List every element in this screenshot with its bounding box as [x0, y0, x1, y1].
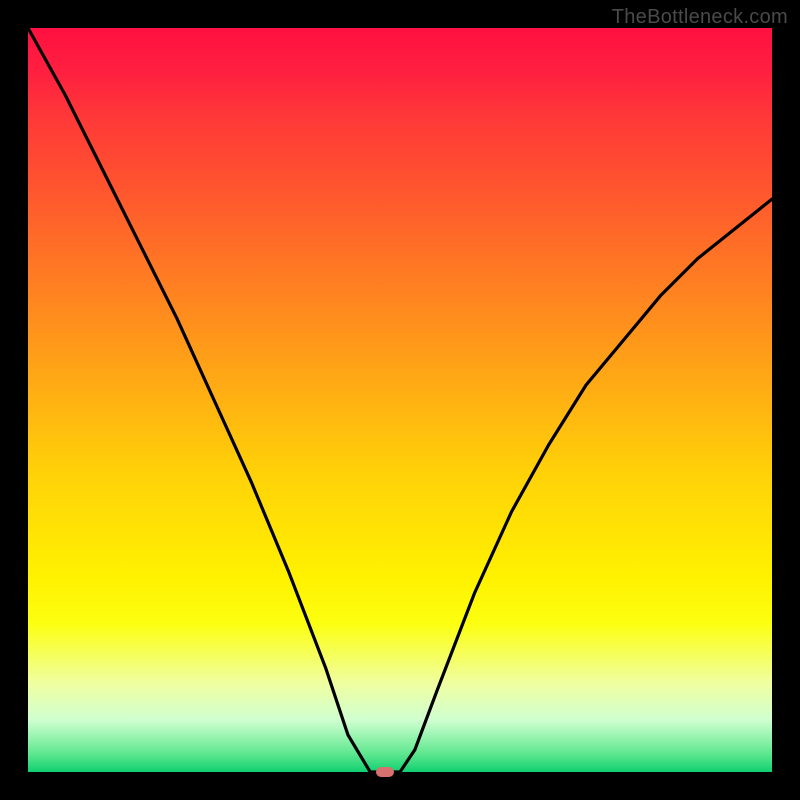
watermark-text: TheBottleneck.com — [612, 6, 788, 29]
minimum-marker — [376, 767, 394, 777]
chart-frame: TheBottleneck.com — [0, 0, 800, 800]
bottleneck-curve — [28, 28, 772, 772]
